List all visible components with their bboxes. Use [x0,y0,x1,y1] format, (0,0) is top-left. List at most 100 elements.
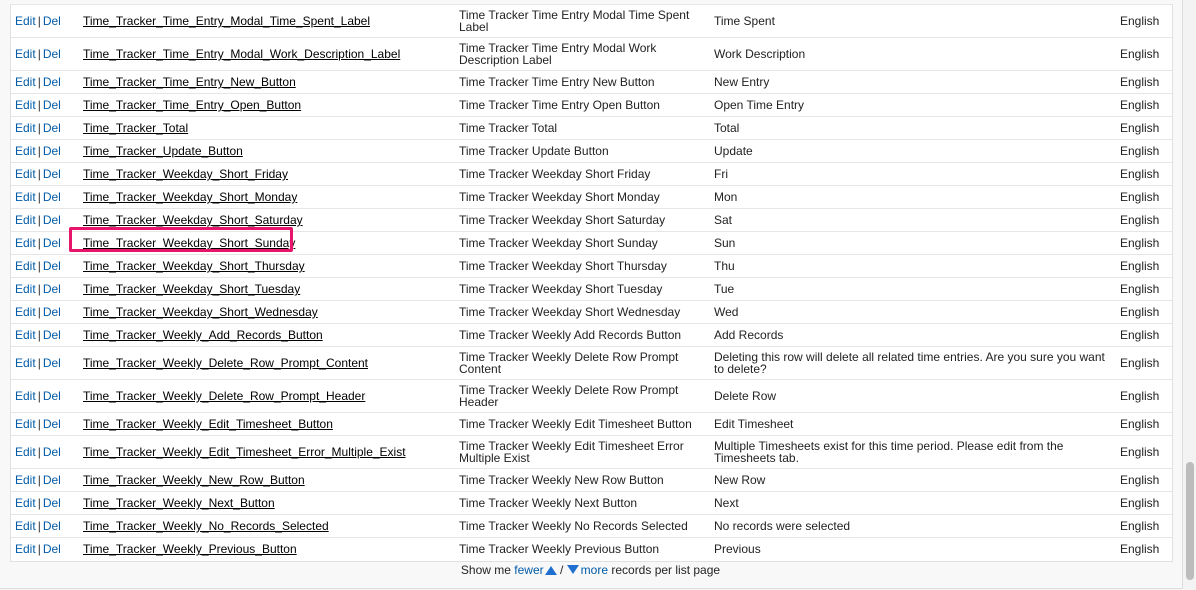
edit-link[interactable]: Edit [15,213,36,227]
label-name-link[interactable]: Time_Tracker_Weekly_Delete_Row_Prompt_Co… [83,356,368,370]
edit-link[interactable]: Edit [15,167,36,181]
row-actions: Edit | Del [11,37,79,71]
scrollbar-thumb[interactable] [1186,462,1194,580]
delete-link[interactable]: Del [43,259,61,273]
delete-link[interactable]: Del [43,190,61,204]
fewer-link[interactable]: fewer [514,563,543,577]
delete-link[interactable]: Del [43,47,61,61]
delete-link[interactable]: Del [43,236,61,250]
delete-link[interactable]: Del [43,356,61,370]
label-description: Time Tracker Weekly No Records Selected [455,514,710,538]
label-name-link[interactable]: Time_Tracker_Time_Entry_Modal_Work_Descr… [83,47,400,61]
action-separator: | [37,144,41,158]
label-language: English [1116,468,1172,492]
label-language: English [1116,254,1172,278]
label-description: Time Tracker Weekday Short Saturday [455,208,710,232]
label-name-link[interactable]: Time_Tracker_Weekday_Short_Sunday [83,236,295,250]
label-name-link[interactable]: Time_Tracker_Weekly_Edit_Timesheet_Butto… [83,417,333,431]
vertical-scrollbar[interactable] [1183,0,1196,590]
edit-link[interactable]: Edit [15,75,36,89]
label-description: Time Tracker Weekly Edit Timesheet Butto… [455,412,710,436]
label-name-link[interactable]: Time_Tracker_Weekly_Edit_Timesheet_Error… [83,445,406,459]
delete-link[interactable]: Del [43,473,61,487]
label-name-cell: Time_Tracker_Weekly_Delete_Row_Prompt_He… [79,379,455,413]
label-name-cell: Time_Tracker_Time_Entry_Modal_Work_Descr… [79,37,455,71]
label-name-link[interactable]: Time_Tracker_Weekly_Previous_Button [83,542,297,556]
edit-link[interactable]: Edit [15,259,36,273]
label-name-link[interactable]: Time_Tracker_Weekly_Add_Records_Button [83,328,323,342]
label-name-link[interactable]: Time_Tracker_Weekly_Delete_Row_Prompt_He… [83,389,365,403]
edit-link[interactable]: Edit [15,473,36,487]
delete-link[interactable]: Del [43,144,61,158]
triangle-up-icon[interactable] [544,566,557,575]
label-value: Deleting this row will delete all relate… [710,346,1116,380]
edit-link[interactable]: Edit [15,14,36,28]
delete-link[interactable]: Del [43,121,61,135]
action-separator: | [37,473,41,487]
edit-link[interactable]: Edit [15,282,36,296]
label-name-link[interactable]: Time_Tracker_Weekday_Short_Saturday [83,213,303,227]
label-description: Time Tracker Weekday Short Friday [455,162,710,186]
delete-link[interactable]: Del [43,445,61,459]
label-name-link[interactable]: Time_Tracker_Total [83,121,188,135]
edit-link[interactable]: Edit [15,417,36,431]
label-name-link[interactable]: Time_Tracker_Update_Button [83,144,243,158]
label-name-link[interactable]: Time_Tracker_Weekday_Short_Thursday [83,259,305,273]
edit-link[interactable]: Edit [15,496,36,510]
label-name-link[interactable]: Time_Tracker_Weekday_Short_Friday [83,167,288,181]
row-actions: Edit | Del [11,162,79,186]
edit-link[interactable]: Edit [15,121,36,135]
delete-link[interactable]: Del [43,328,61,342]
edit-link[interactable]: Edit [15,236,36,250]
label-value: No records were selected [710,514,1116,538]
label-language: English [1116,300,1172,324]
edit-link[interactable]: Edit [15,519,36,533]
list-frame: Edit | Del Time_Tracker_Time_Entry_Modal_Ti… [0,0,1183,589]
label-name-link[interactable]: Time_Tracker_Weekday_Short_Monday [83,190,297,204]
edit-link[interactable]: Edit [15,445,36,459]
label-value: Total [710,116,1116,140]
action-separator: | [37,445,41,459]
label-name-link[interactable]: Time_Tracker_Weekly_No_Records_Selected [83,519,329,533]
edit-link[interactable]: Edit [15,305,36,319]
table-row: Edit | Del Time_Tracker_Weekday_Short_Monda… [11,185,1172,209]
delete-link[interactable]: Del [43,213,61,227]
delete-link[interactable]: Del [43,98,61,112]
row-actions: Edit | Del [11,185,79,209]
edit-link[interactable]: Edit [15,47,36,61]
edit-link[interactable]: Edit [15,356,36,370]
edit-link[interactable]: Edit [15,98,36,112]
edit-link[interactable]: Edit [15,328,36,342]
label-name-link[interactable]: Time_Tracker_Weekly_New_Row_Button [83,473,305,487]
footer-suffix: records per list page [611,563,721,577]
triangle-down-icon[interactable] [566,565,579,574]
row-actions: Edit | Del [11,139,79,163]
edit-link[interactable]: Edit [15,389,36,403]
action-separator: | [37,75,41,89]
label-name-link[interactable]: Time_Tracker_Weekly_Next_Button [83,496,275,510]
edit-link[interactable]: Edit [15,190,36,204]
delete-link[interactable]: Del [43,496,61,510]
edit-link[interactable]: Edit [15,542,36,556]
edit-link[interactable]: Edit [15,144,36,158]
more-link[interactable]: more [581,563,608,577]
label-name-link[interactable]: Time_Tracker_Weekday_Short_Wednesday [83,305,318,319]
delete-link[interactable]: Del [43,167,61,181]
label-language: English [1116,116,1172,140]
delete-link[interactable]: Del [43,282,61,296]
delete-link[interactable]: Del [43,389,61,403]
label-name-cell: Time_Tracker_Weekly_New_Row_Button [79,468,455,492]
label-name-link[interactable]: Time_Tracker_Time_Entry_Open_Button [83,98,301,112]
label-name-link[interactable]: Time_Tracker_Weekday_Short_Tuesday [83,282,300,296]
delete-link[interactable]: Del [43,305,61,319]
label-name-link[interactable]: Time_Tracker_Time_Entry_New_Button [83,75,296,89]
delete-link[interactable]: Del [43,75,61,89]
delete-link[interactable]: Del [43,542,61,556]
delete-link[interactable]: Del [43,519,61,533]
delete-link[interactable]: Del [43,417,61,431]
label-language: English [1116,491,1172,515]
delete-link[interactable]: Del [43,14,61,28]
label-value: New Entry [710,70,1116,94]
label-name-link[interactable]: Time_Tracker_Time_Entry_Modal_Time_Spent… [83,14,370,28]
action-separator: | [37,496,41,510]
